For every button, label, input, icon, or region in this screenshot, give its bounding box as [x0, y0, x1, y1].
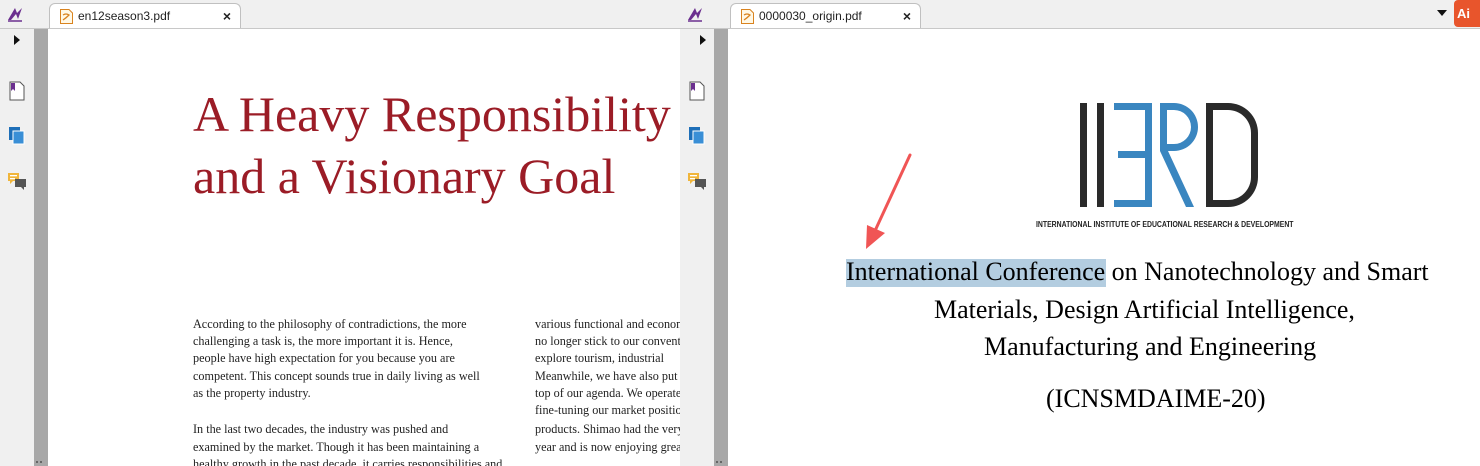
pages-thumbnail-icon[interactable] — [686, 125, 708, 147]
annotation-arrow-icon[interactable] — [858, 149, 918, 254]
left-pdf-page: A Heavy Responsibility and a Visionary G… — [48, 29, 680, 466]
body-text-line: healthy growth in the past decade, it ca… — [193, 457, 503, 466]
app-logo-icon[interactable] — [686, 5, 704, 23]
left-document-pane: en12season3.pdf × A Heavy Responsibility… — [0, 0, 680, 466]
iierd-logo — [1080, 103, 1258, 207]
body-text-line: According to the philosophy of contradic… — [193, 317, 467, 331]
pdf-file-icon — [60, 9, 73, 24]
tab-en12season3[interactable]: en12season3.pdf × — [49, 3, 241, 28]
pages-thumbnail-icon[interactable] — [6, 125, 28, 147]
logo-subtitle: INTERNATIONAL INSTITUTE OF EDUCATIONAL R… — [1036, 220, 1294, 229]
app-logo-icon[interactable] — [6, 5, 24, 23]
body-text-line: as the property industry. — [193, 386, 311, 400]
expand-panel-arrow-icon[interactable] — [686, 33, 708, 47]
tab-0000030-origin[interactable]: 0000030_origin.pdf × — [730, 3, 921, 28]
left-scroll-gutter[interactable] — [34, 29, 48, 466]
right-sidebar — [680, 29, 714, 466]
body-text-line: various functional and economic — [535, 317, 680, 331]
comments-icon[interactable] — [686, 170, 708, 192]
bookmark-page-icon[interactable] — [686, 80, 708, 102]
right-tab-bar: 0000030_origin.pdf × Ai — [680, 0, 1480, 29]
body-text-line: people have high expectation for you bec… — [193, 351, 455, 365]
body-text-line: competent. This concept sounds true in d… — [193, 369, 480, 383]
ai-assistant-badge[interactable]: Ai — [1454, 0, 1480, 27]
resize-grip-icon[interactable] — [36, 459, 42, 465]
body-text-line: challenging a task is, the more importan… — [193, 334, 453, 348]
body-text-line: In the last two decades, the industry wa… — [193, 422, 449, 436]
tab-title: 0000030_origin.pdf — [759, 9, 862, 23]
comments-icon[interactable] — [6, 170, 28, 192]
body-text-line: no longer stick to our conventional — [535, 334, 680, 348]
conference-title-line-2: Materials, Design Artificial Intelligenc… — [934, 295, 1355, 324]
close-tab-icon[interactable]: × — [223, 4, 231, 29]
expand-panel-arrow-icon[interactable] — [6, 33, 28, 47]
document-title-line-2: and a Visionary Goal — [193, 148, 616, 204]
body-text-line: Meanwhile, we have also put — [535, 369, 678, 383]
tab-title: en12season3.pdf — [78, 9, 171, 23]
conference-title-line-3: Manufacturing and Engineering — [984, 332, 1317, 361]
right-document-pane: 0000030_origin.pdf × Ai INTERNATIONAL IN… — [680, 0, 1480, 466]
body-text-line: year and is now enjoying great — [535, 440, 680, 454]
document-title-line-1: A Heavy Responsibility — [193, 86, 671, 142]
tab-list-dropdown-icon[interactable] — [1436, 8, 1448, 18]
body-text-line: products. Shimao had the very — [535, 422, 680, 436]
close-tab-icon[interactable]: × — [903, 4, 911, 29]
body-text-line: top of our agenda. We operate — [535, 386, 680, 400]
body-text-line: fine-tuning our market position — [535, 403, 680, 417]
left-sidebar — [0, 29, 34, 466]
pdf-file-icon — [741, 9, 754, 24]
bookmark-page-icon[interactable] — [6, 80, 28, 102]
right-scroll-gutter[interactable] — [714, 29, 728, 466]
conference-code: (ICNSMDAIME-20) — [1046, 384, 1266, 413]
body-text-line: explore tourism, industrial — [535, 351, 664, 365]
right-pdf-page: INTERNATIONAL INSTITUTE OF EDUCATIONAL R… — [728, 29, 1480, 466]
conference-title-line-1[interactable]: International Conference on Nanotechnolo… — [846, 257, 1429, 287]
resize-grip-icon[interactable] — [716, 459, 722, 465]
left-tab-bar: en12season3.pdf × — [0, 0, 680, 29]
body-text-line: examined by the market. Though it has be… — [193, 440, 480, 454]
